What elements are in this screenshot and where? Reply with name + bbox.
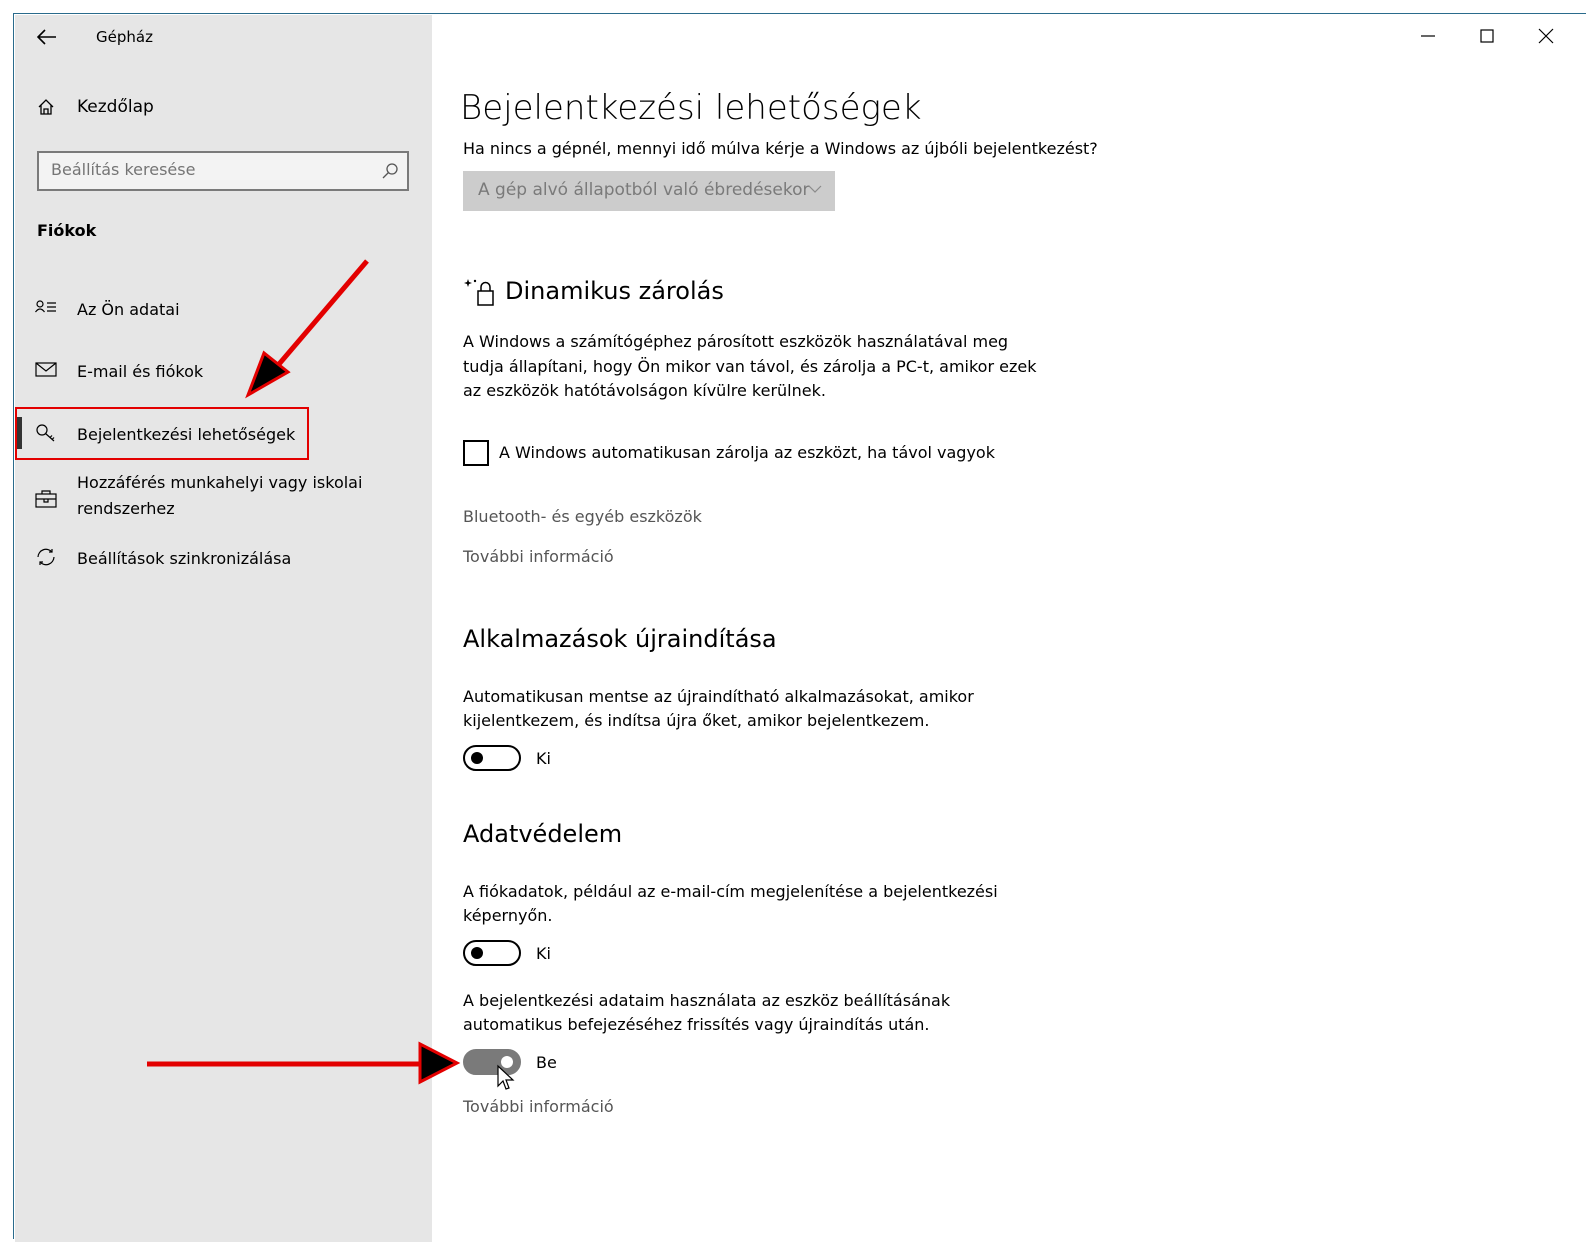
privacy-desc2-line1: A bejelentkezési adataim használata az e… [463, 991, 951, 1010]
mouse-cursor-icon [497, 1064, 515, 1090]
sidebar-item-home[interactable]: Kezdőlap [15, 90, 432, 130]
dynamic-lock-icon [464, 279, 494, 306]
use-signin-info-toggle-state: Be [536, 1053, 557, 1072]
toggle-knob [471, 752, 483, 764]
privacy-more-info-link[interactable]: További információ [463, 1097, 614, 1116]
back-arrow-icon[interactable] [36, 29, 57, 50]
require-signin-dropdown[interactable]: A gép alvó állapotból való ébredésekor [463, 171, 835, 211]
search-icon[interactable] [381, 162, 399, 180]
maximize-icon[interactable] [1477, 26, 1497, 46]
briefcase-icon [35, 490, 57, 508]
section-label-accounts: Fiókok [37, 221, 97, 240]
dynamic-lock-checkbox-label[interactable]: A Windows automatikusan zárolja az eszkö… [499, 441, 995, 465]
dynamic-lock-desc-line1: A Windows a számítógéphez párosított esz… [463, 332, 1009, 351]
annotation-arrow-sidebar [245, 259, 369, 399]
dynamic-lock-desc-line2: tudja állapítani, hogy Ön mikor van távo… [463, 357, 1037, 376]
home-label: Kezdőlap [77, 97, 154, 117]
show-account-details-toggle[interactable] [463, 940, 521, 966]
home-icon [38, 99, 54, 115]
app-title: Gépház [96, 28, 153, 46]
dynamic-lock-checkbox[interactable] [463, 440, 489, 466]
minimize-icon[interactable] [1418, 26, 1438, 46]
sidebar-item-sync-settings[interactable]: Beállítások szinkronizálása [15, 535, 432, 579]
restart-apps-desc-line2: kijelentkezem, és indítsa újra őket, ami… [463, 711, 930, 730]
sidebar-item-label-line2: rendszerhez [77, 499, 175, 518]
sync-icon [37, 548, 55, 566]
sidebar-item-work-school-access[interactable]: Hozzáférés munkahelyi vagy iskolai rends… [15, 470, 432, 530]
privacy-title: Adatvédelem [463, 820, 623, 848]
toggle-knob [471, 947, 483, 959]
search-box[interactable] [37, 151, 409, 191]
privacy-desc1-line2: képernyőn. [463, 906, 553, 925]
dynamic-lock-title: Dinamikus zárolás [505, 277, 724, 305]
show-account-details-toggle-state: Ki [536, 944, 551, 963]
close-icon[interactable] [1536, 26, 1556, 46]
restart-apps-toggle-state: Ki [536, 749, 551, 768]
require-signin-value: A gép alvó állapotból való ébredésekor [478, 180, 810, 200]
require-signin-question: Ha nincs a gépnél, mennyi idő múlva kérj… [463, 139, 1098, 158]
privacy-desc1-line1: A fiókadatok, például az e-mail-cím megj… [463, 882, 998, 901]
chevron-down-icon [808, 185, 822, 193]
sidebar-item-label-line1: Hozzáférés munkahelyi vagy iskolai [77, 473, 363, 492]
highlight-box [15, 407, 309, 460]
restart-apps-toggle[interactable] [463, 745, 521, 771]
dynamic-lock-desc-line3: az eszközök hatótávolságon kívülre kerül… [463, 381, 826, 400]
dynamic-lock-more-info-link[interactable]: További információ [463, 547, 614, 566]
privacy-desc2-line2: automatikus befejezéséhez frissítés vagy… [463, 1015, 930, 1034]
sidebar-item-label: Beállítások szinkronizálása [77, 549, 292, 568]
mail-icon [35, 362, 57, 377]
restart-apps-title: Alkalmazások újraindítása [463, 625, 777, 653]
search-input[interactable] [51, 160, 371, 179]
sidebar-item-label: Az Ön adatai [77, 300, 180, 319]
restart-apps-desc-line1: Automatikusan mentse az újraindítható al… [463, 687, 974, 706]
sidebar-item-label: E-mail és fiókok [77, 362, 204, 381]
page-title: Bejelentkezési lehetőségek [460, 88, 922, 128]
annotation-arrow-toggle [147, 1041, 461, 1085]
person-list-icon [35, 300, 56, 313]
bluetooth-devices-link[interactable]: Bluetooth- és egyéb eszközök [463, 507, 702, 526]
